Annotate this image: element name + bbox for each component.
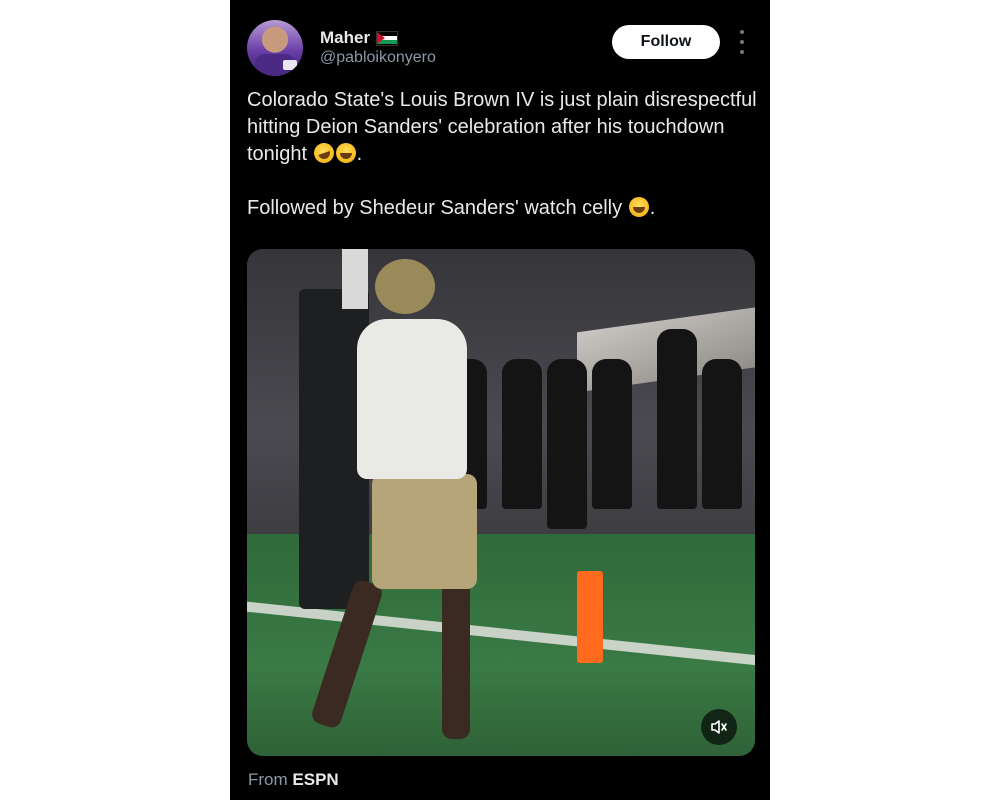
- player-leg: [442, 579, 470, 739]
- tweet-paragraph-2: Followed by Shedeur Sanders' watch celly…: [247, 195, 757, 222]
- author-display-name[interactable]: Maher: [320, 28, 370, 48]
- cheerleader-figure: [502, 359, 542, 509]
- tweet-line-2-end: .: [649, 197, 656, 219]
- grinning-sweat-emoji-icon: [335, 143, 356, 163]
- media-source: From ESPN: [248, 770, 339, 790]
- end-zone-pylon: [577, 571, 603, 663]
- cheerleader-figure: [592, 359, 632, 509]
- tweet-text: Colorado State's Louis Brown IV is just …: [247, 87, 757, 222]
- cheerleader-figure: [702, 359, 742, 509]
- player-helmet: [375, 259, 435, 314]
- tweet-line-2: Followed by Shedeur Sanders' watch celly: [247, 197, 623, 219]
- author-name-row[interactable]: Maher: [320, 28, 399, 48]
- palestine-flag-icon: [376, 30, 399, 46]
- avatar-jersey-number: [283, 60, 297, 70]
- player-pants: [372, 474, 477, 589]
- rolling-laughing-emoji-icon: [310, 140, 337, 166]
- tweet-card: Maher @pabloikonyero Follow Colorado Sta…: [230, 0, 770, 800]
- more-vertical-icon[interactable]: [735, 30, 749, 54]
- cheerleader-figure: [547, 359, 587, 529]
- follow-button[interactable]: Follow: [612, 25, 720, 59]
- source-name[interactable]: ESPN: [292, 770, 338, 789]
- video-player[interactable]: [247, 249, 755, 756]
- avatar[interactable]: [247, 20, 303, 76]
- cheerleader-figure: [657, 329, 697, 509]
- tweet-line-1-end: .: [356, 143, 363, 165]
- author-handle[interactable]: @pabloikonyero: [320, 49, 436, 67]
- player-jersey: [357, 319, 467, 479]
- goalpost-upright: [342, 249, 368, 309]
- tweet-paragraph-1: Colorado State's Louis Brown IV is just …: [247, 87, 757, 168]
- speaker-muted-icon[interactable]: [701, 709, 737, 745]
- source-prefix: From: [248, 770, 288, 789]
- grinning-sweat-emoji-icon: [628, 197, 649, 217]
